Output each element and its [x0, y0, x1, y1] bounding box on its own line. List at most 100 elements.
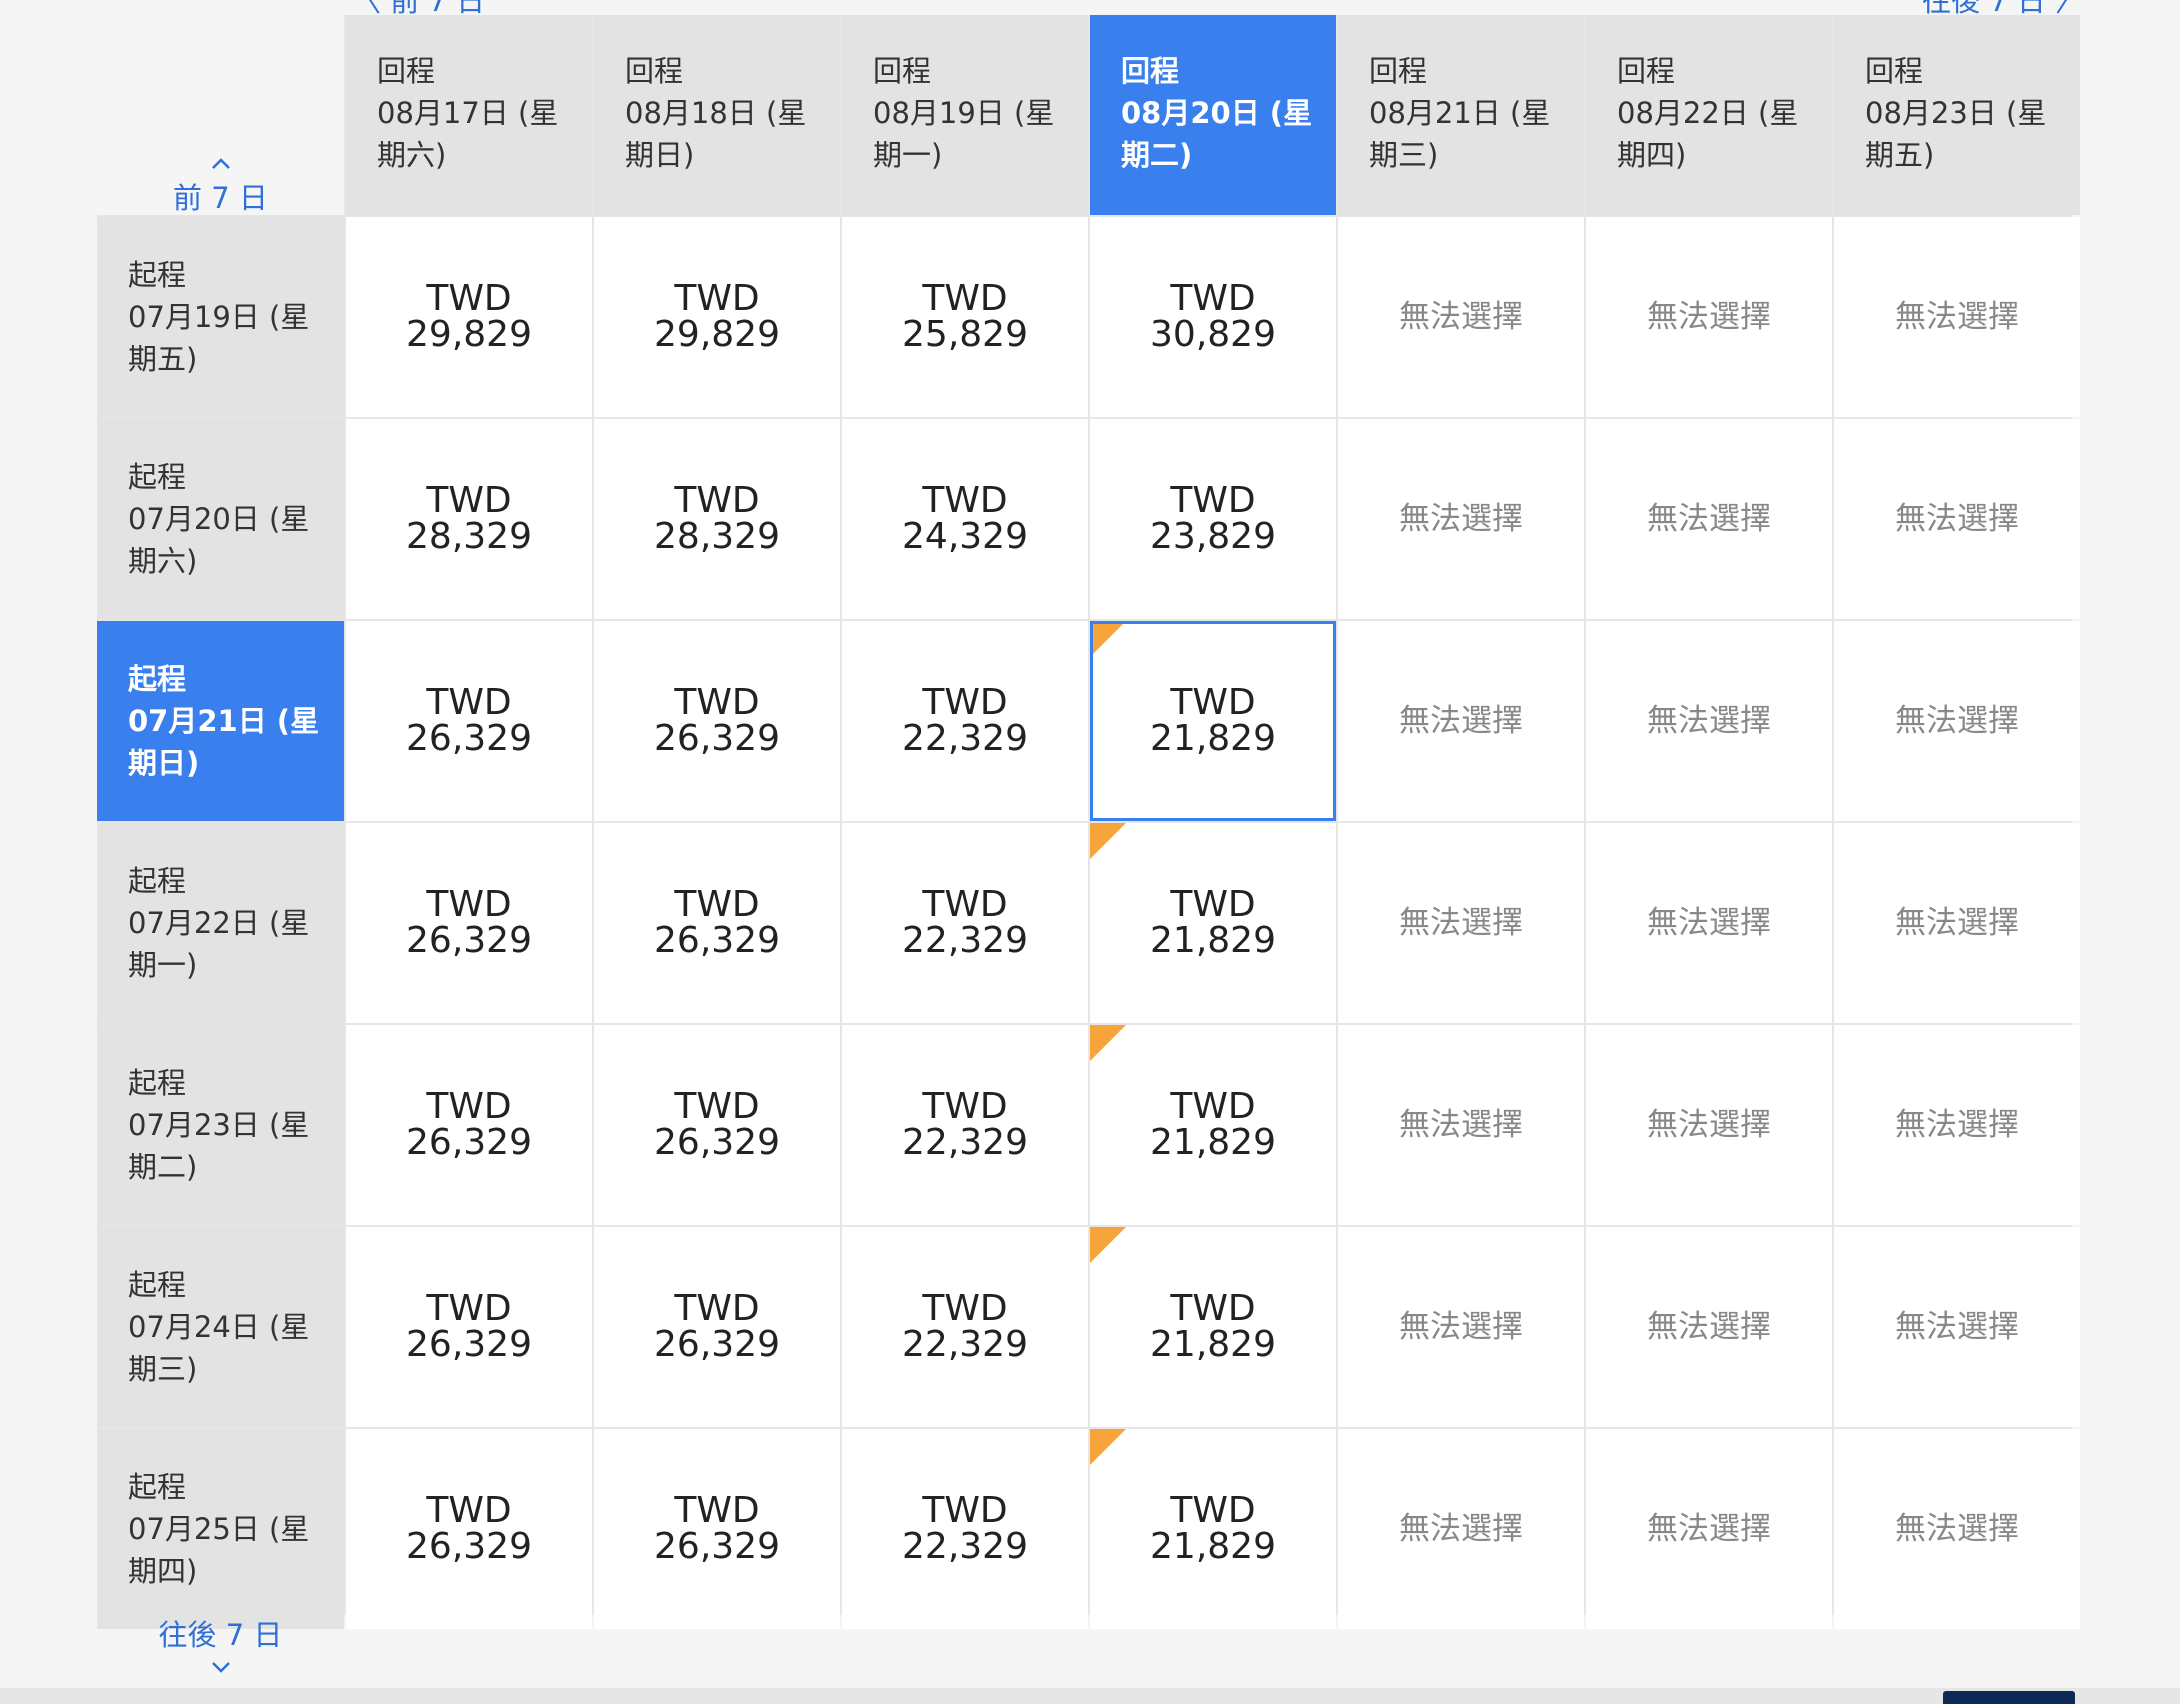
fare-currency: TWD: [1170, 278, 1256, 319]
departure-weekday: 期六): [128, 544, 198, 578]
fare-cell[interactable]: TWD 21,829: [1090, 1227, 1336, 1427]
return-date-header[interactable]: 回程 08月23日 (星 期五): [1834, 15, 2080, 215]
unavailable-label: 無法選擇: [1895, 501, 2019, 537]
fare-cell[interactable]: TWD 21,829: [1090, 823, 1336, 1023]
fare-cell[interactable]: TWD 28,329: [346, 419, 592, 619]
departure-label: 起程: [128, 662, 187, 696]
fare-cell[interactable]: TWD 26,329: [594, 1025, 840, 1225]
departure-date-header[interactable]: 起程 07月19日 (星 期五): [97, 217, 344, 417]
fare-cell-unavailable: 無法選擇: [1586, 1429, 1832, 1629]
unavailable-label: 無法選擇: [1895, 299, 2019, 335]
fare-cell[interactable]: TWD 23,829: [1090, 419, 1336, 619]
departure-date: 07月25日 (星: [128, 1512, 310, 1546]
fare-amount: 21,829: [1150, 1526, 1276, 1567]
fare-currency: TWD: [674, 278, 760, 319]
fare-currency: TWD: [1170, 1086, 1256, 1127]
unavailable-label: 無法選擇: [1647, 905, 1771, 941]
fare-currency: TWD: [426, 1490, 512, 1531]
fare-currency: TWD: [922, 480, 1008, 521]
fare-cell-unavailable: 無法選擇: [1834, 621, 2080, 821]
fare-cell[interactable]: TWD 25,829: [842, 217, 1088, 417]
fare-cell[interactable]: TWD 26,329: [594, 1429, 840, 1629]
fare-currency: TWD: [674, 480, 760, 521]
fare-cell[interactable]: TWD 21,829: [1090, 1429, 1336, 1629]
fare-cell[interactable]: TWD 24,329: [842, 419, 1088, 619]
fare-cell[interactable]: TWD 22,329: [842, 1227, 1088, 1427]
fare-cell[interactable]: TWD 21,829: [1090, 1025, 1336, 1225]
fare-cell[interactable]: TWD 29,829: [346, 217, 592, 417]
fare-cell[interactable]: TWD 26,329: [594, 1227, 840, 1427]
grid-corner: 前 7 日: [97, 15, 344, 215]
fare-currency: TWD: [674, 682, 760, 723]
fare-currency: TWD: [922, 1086, 1008, 1127]
return-label: 回程: [1121, 54, 1180, 88]
fare-currency: TWD: [922, 278, 1008, 319]
return-date: 08月22日 (星: [1617, 96, 1799, 130]
fare-cell-unavailable: 無法選擇: [1338, 1429, 1584, 1629]
departure-weekday: 期一): [128, 948, 198, 982]
prev-7-days-button[interactable]: 前 7 日: [97, 153, 344, 217]
fare-currency: TWD: [674, 1086, 760, 1127]
return-date-header[interactable]: 回程 08月17日 (星 期六): [346, 15, 592, 215]
fare-cell[interactable]: TWD 26,329: [594, 823, 840, 1023]
departure-date-header[interactable]: 起程 07月22日 (星 期一): [97, 823, 344, 1023]
fare-amount: 25,829: [902, 314, 1028, 355]
fare-amount: 26,329: [406, 920, 532, 961]
fare-currency: TWD: [426, 1288, 512, 1329]
departure-label: 起程: [128, 864, 187, 898]
fare-amount: 26,329: [654, 1526, 780, 1567]
fare-currency: TWD: [674, 884, 760, 925]
fare-cell-unavailable: 無法選擇: [1834, 1025, 2080, 1225]
departure-date-header[interactable]: 起程 07月25日 (星 期四): [97, 1429, 344, 1629]
fare-cell[interactable]: TWD 26,329: [346, 1429, 592, 1629]
fare-cell[interactable]: TWD 26,329: [346, 823, 592, 1023]
departure-label: 起程: [128, 460, 187, 494]
unavailable-label: 無法選擇: [1647, 703, 1771, 739]
fare-currency: TWD: [674, 1490, 760, 1531]
departure-weekday: 期二): [128, 1150, 198, 1184]
departure-date-header[interactable]: 起程 07月23日 (星 期二): [97, 1025, 344, 1225]
return-date-header[interactable]: 回程 08月20日 (星 期二): [1090, 15, 1336, 215]
bottom-bar: [0, 1688, 2180, 1704]
return-weekday: 期六): [377, 138, 447, 172]
departure-label: 起程: [128, 1268, 187, 1302]
fare-amount: 28,329: [406, 516, 532, 557]
fare-cell[interactable]: TWD 26,329: [346, 1227, 592, 1427]
fare-cell-unavailable: 無法選擇: [1834, 419, 2080, 619]
return-date: 08月21日 (星: [1369, 96, 1551, 130]
fare-cell[interactable]: TWD 26,329: [346, 1025, 592, 1225]
departure-date-header[interactable]: 起程 07月20日 (星 期六): [97, 419, 344, 619]
fare-currency: TWD: [1170, 480, 1256, 521]
return-weekday: 期一): [873, 138, 943, 172]
fare-cell-unavailable: 無法選擇: [1338, 1227, 1584, 1427]
unavailable-label: 無法選擇: [1647, 501, 1771, 537]
unavailable-label: 無法選擇: [1895, 1309, 2019, 1345]
fare-amount: 21,829: [1150, 1122, 1276, 1163]
lowest-fare-tag-icon: [1090, 823, 1126, 859]
fare-amount: 23,829: [1150, 516, 1276, 557]
departure-date-header[interactable]: 起程 07月24日 (星 期三): [97, 1227, 344, 1427]
fare-cell[interactable]: TWD 22,329: [842, 823, 1088, 1023]
fare-cell[interactable]: TWD 26,329: [594, 621, 840, 821]
return-date-header[interactable]: 回程 08月22日 (星 期四): [1586, 15, 1832, 215]
fare-currency: TWD: [922, 1490, 1008, 1531]
fare-cell[interactable]: TWD 29,829: [594, 217, 840, 417]
fare-cell[interactable]: TWD 26,329: [346, 621, 592, 821]
lowest-fare-tag-icon: [1090, 1429, 1126, 1465]
fare-cell[interactable]: TWD 28,329: [594, 419, 840, 619]
departure-weekday: 期五): [128, 342, 198, 376]
fare-cell[interactable]: TWD 30,829: [1090, 217, 1336, 417]
fare-cell[interactable]: TWD 22,329: [842, 1025, 1088, 1225]
return-label: 回程: [377, 54, 436, 88]
fare-cell[interactable]: TWD 22,329: [842, 621, 1088, 821]
fare-cell[interactable]: TWD 21,829: [1090, 621, 1336, 821]
next-7-days-button[interactable]: 往後 7 日: [97, 1612, 344, 1678]
departure-date-header[interactable]: 起程 07月21日 (星 期日): [97, 621, 344, 821]
continue-button[interactable]: [1943, 1691, 2075, 1704]
return-date-header[interactable]: 回程 08月21日 (星 期三): [1338, 15, 1584, 215]
fare-amount: 30,829: [1150, 314, 1276, 355]
return-date-header[interactable]: 回程 08月18日 (星 期日): [594, 15, 840, 215]
return-date-header[interactable]: 回程 08月19日 (星 期一): [842, 15, 1088, 215]
fare-currency: TWD: [426, 884, 512, 925]
fare-cell[interactable]: TWD 22,329: [842, 1429, 1088, 1629]
